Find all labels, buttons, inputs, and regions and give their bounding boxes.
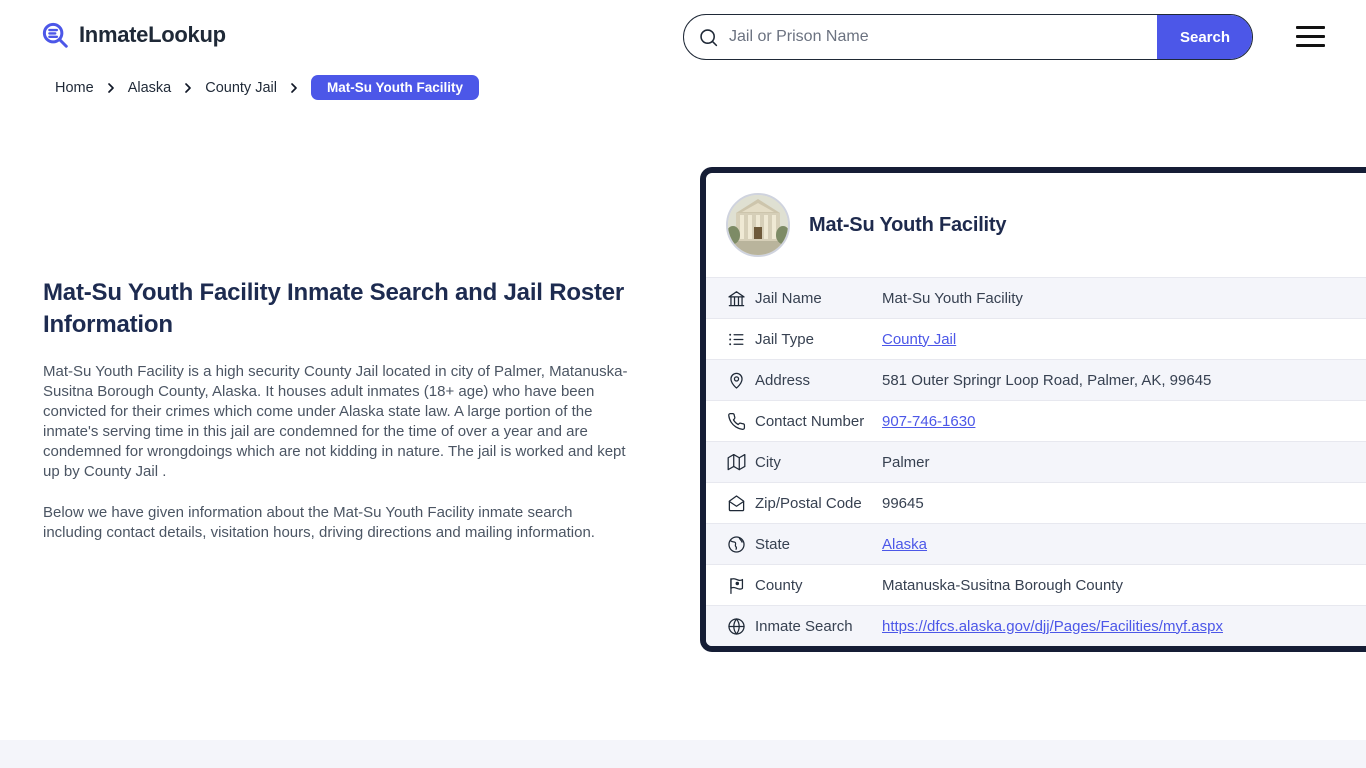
address-value: 581 Outer Springr Loop Road, Palmer, AK,…	[882, 371, 1212, 389]
zip-postal-code-value: 99645	[882, 494, 924, 512]
table-row: State Alaska	[706, 523, 1366, 564]
web-icon	[726, 616, 746, 636]
chevron-right-icon	[288, 82, 300, 94]
table-row: County Matanuska-Susitna Borough County	[706, 564, 1366, 605]
inmate-search-value[interactable]: https://dfcs.alaska.gov/djj/Pages/Facili…	[882, 618, 1223, 635]
facility-info-table: Jail Name Mat-Su Youth Facility Jail Typ…	[706, 277, 1366, 646]
brand-name: InmateLookup	[79, 22, 226, 47]
breadcrumb-alaska[interactable]: Alaska	[128, 80, 172, 96]
footer-strip	[0, 740, 1366, 768]
table-row: Inmate Search https://dfcs.alaska.gov/dj…	[706, 605, 1366, 646]
article-paragraph-2: Below we have given information about th…	[43, 504, 595, 541]
breadcrumb-current-badge: Mat-Su Youth Facility	[310, 75, 479, 100]
jail-name-value: Mat-Su Youth Facility	[882, 289, 1023, 307]
chevron-right-icon	[182, 82, 194, 94]
table-row: City Palmer	[706, 441, 1366, 482]
row-label: Address	[755, 371, 811, 389]
breadcrumb: Home Alaska County Jail Mat-Su Youth Fac…	[55, 75, 479, 100]
article-paragraph-1: Mat-Su Youth Facility is a high security…	[43, 363, 628, 480]
chevron-right-icon	[105, 82, 117, 94]
jail-type-value[interactable]: County Jail	[882, 331, 956, 348]
globe-icon	[726, 534, 746, 554]
row-label: Zip/Postal Code	[755, 494, 862, 512]
row-label: Jail Name	[755, 289, 822, 307]
contact-number-value[interactable]: 907-746-1630	[882, 413, 975, 430]
flag-icon	[726, 575, 746, 595]
row-label: City	[755, 453, 781, 471]
breadcrumb-home[interactable]: Home	[55, 80, 94, 96]
menu-icon[interactable]	[1296, 26, 1325, 47]
page-title: Mat-Su Youth Facility Inmate Search and …	[43, 279, 625, 338]
row-label: Inmate Search	[755, 617, 853, 635]
table-row: Contact Number 907-746-1630	[706, 400, 1366, 441]
inmate-lookup-logo-icon	[40, 20, 70, 50]
table-row: Address 581 Outer Springr Loop Road, Pal…	[706, 359, 1366, 400]
row-label: Contact Number	[755, 412, 865, 430]
search-input[interactable]	[719, 28, 1157, 46]
article: Mat-Su Youth Facility Inmate Search and …	[43, 277, 635, 543]
search-bar: Search	[683, 14, 1253, 60]
facility-building-photo	[726, 193, 790, 257]
map-pin-icon	[726, 370, 746, 390]
row-label: County	[755, 576, 803, 594]
table-row: Zip/Postal Code 99645	[706, 482, 1366, 523]
table-row: Jail Type County Jail	[706, 318, 1366, 359]
state-value[interactable]: Alaska	[882, 536, 927, 553]
facility-title: Mat-Su Youth Facility	[809, 213, 1007, 236]
phone-icon	[726, 411, 746, 431]
map-icon	[726, 452, 746, 472]
brand-logo[interactable]: InmateLookup	[40, 20, 226, 50]
table-row: Jail Name Mat-Su Youth Facility	[706, 277, 1366, 318]
row-label: State	[755, 535, 791, 553]
bank-icon	[726, 288, 746, 308]
list-icon	[726, 329, 746, 349]
city-value: Palmer	[882, 453, 930, 471]
row-label: Jail Type	[755, 330, 814, 348]
breadcrumb-county-jail[interactable]: County Jail	[205, 80, 277, 96]
facility-card: Mat-Su Youth Facility Jail Name Mat-Su Y…	[700, 167, 1366, 652]
facility-card-header: Mat-Su Youth Facility	[706, 173, 1366, 277]
mail-icon	[726, 493, 746, 513]
search-icon	[698, 27, 719, 48]
county-value: Matanuska-Susitna Borough County	[882, 576, 1123, 594]
search-button[interactable]: Search	[1157, 15, 1252, 59]
